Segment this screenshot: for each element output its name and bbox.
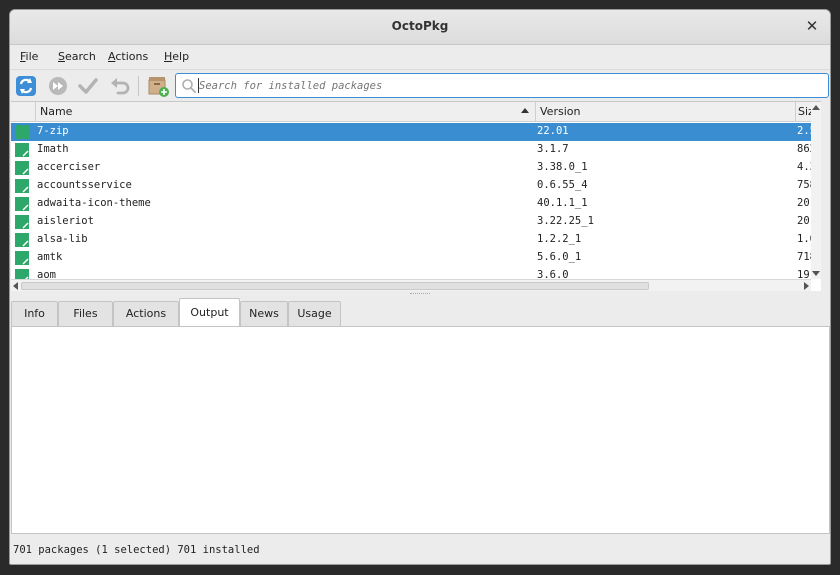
main-window: OctoPkg ✕ File Search Actions Help Searc… bbox=[9, 9, 831, 565]
tab-news[interactable]: News bbox=[240, 301, 288, 326]
search-input[interactable] bbox=[199, 77, 819, 94]
close-button[interactable]: ✕ bbox=[802, 16, 822, 36]
table-row[interactable]: Imath 3.1.7 862 bbox=[11, 141, 821, 159]
window-title: OctoPkg bbox=[391, 19, 449, 33]
tab-bar: Info Files Actions Output News Usage bbox=[11, 298, 830, 327]
table-row[interactable]: accerciser 3.38.0_1 4.3 bbox=[11, 159, 821, 177]
toolbar bbox=[10, 69, 830, 101]
status-bar: 701 packages (1 selected) 701 installed bbox=[13, 544, 260, 556]
package-size: 758 bbox=[797, 179, 811, 191]
package-name: adwaita-icon-theme bbox=[37, 197, 151, 209]
tab-files[interactable]: Files bbox=[58, 301, 113, 326]
package-installed-icon bbox=[15, 143, 29, 157]
package-table: Name Version Size 7-zip 22.01 2.58 Imath 3.1… bbox=[11, 101, 821, 291]
package-version: 3.22.25_1 bbox=[537, 215, 594, 227]
horizontal-scroll-thumb[interactable] bbox=[21, 282, 649, 290]
package-name: accountsservice bbox=[37, 179, 132, 191]
package-name: 7-zip bbox=[37, 125, 69, 137]
package-version: 22.01 bbox=[537, 125, 569, 137]
fast-forward-icon[interactable] bbox=[46, 74, 70, 98]
checkmark-icon[interactable] bbox=[76, 74, 100, 98]
scroll-right-icon[interactable] bbox=[804, 282, 809, 290]
package-version: 5.6.0_1 bbox=[537, 251, 582, 263]
package-version: 0.6.55_4 bbox=[537, 179, 588, 191]
package-installed-icon bbox=[15, 161, 29, 175]
package-size: 2.58 bbox=[797, 125, 811, 137]
title-bar[interactable]: OctoPkg ✕ bbox=[10, 10, 830, 45]
menu-file[interactable]: File bbox=[20, 50, 38, 63]
horizontal-scrollbar[interactable] bbox=[11, 279, 811, 291]
menu-search[interactable]: Search bbox=[58, 50, 96, 63]
table-row[interactable]: adwaita-icon-theme 40.1.1_1 20. bbox=[11, 195, 821, 213]
search-box[interactable] bbox=[175, 73, 829, 98]
menu-help[interactable]: Help bbox=[164, 50, 189, 63]
package-size: 862 bbox=[797, 143, 811, 155]
table-row[interactable]: 7-zip 22.01 2.58 bbox=[11, 123, 821, 141]
package-version: 1.2.2_1 bbox=[537, 233, 582, 245]
table-row[interactable]: alsa-lib 1.2.2_1 1.6 bbox=[11, 231, 821, 249]
package-name: alsa-lib bbox=[37, 233, 88, 245]
package-size: 718 bbox=[797, 251, 811, 263]
package-installed-icon bbox=[15, 233, 29, 247]
table-row[interactable]: aisleriot 3.22.25_1 20. bbox=[11, 213, 821, 231]
package-installed-icon bbox=[15, 179, 29, 193]
tab-usage[interactable]: Usage bbox=[288, 301, 341, 326]
table-row[interactable]: accountsservice 0.6.55_4 758 bbox=[11, 177, 821, 195]
toolbar-separator bbox=[138, 76, 139, 96]
scroll-up-icon[interactable] bbox=[812, 105, 820, 110]
package-name: amtk bbox=[37, 251, 63, 263]
package-installed-icon bbox=[15, 215, 29, 229]
output-panel bbox=[11, 326, 830, 534]
scroll-down-icon[interactable] bbox=[812, 271, 820, 276]
splitter-grip bbox=[410, 293, 430, 295]
menu-bar: File Search Actions Help bbox=[10, 46, 830, 68]
search-icon bbox=[182, 79, 196, 93]
sync-icon[interactable] bbox=[14, 74, 38, 98]
package-name: aisleriot bbox=[37, 215, 94, 227]
package-size: 20. bbox=[797, 197, 811, 209]
package-name: Imath bbox=[37, 143, 69, 155]
package-version: 3.1.7 bbox=[537, 143, 569, 155]
undo-icon[interactable] bbox=[108, 74, 132, 98]
table-header: Name Version Size bbox=[11, 102, 821, 122]
table-body: 7-zip 22.01 2.58 Imath 3.1.7 862 accerciser 3.3… bbox=[11, 123, 821, 281]
package-name: accerciser bbox=[37, 161, 101, 173]
column-header-status[interactable] bbox=[11, 102, 35, 122]
tab-info[interactable]: Info bbox=[11, 301, 58, 326]
package-install-icon[interactable] bbox=[146, 74, 170, 98]
tab-actions[interactable]: Actions bbox=[113, 301, 179, 326]
splitter-handle[interactable] bbox=[10, 291, 830, 297]
package-size: 1.6 bbox=[797, 233, 811, 245]
column-header-name[interactable]: Name bbox=[35, 102, 535, 122]
table-row[interactable]: amtk 5.6.0_1 718 bbox=[11, 249, 821, 267]
scroll-left-icon[interactable] bbox=[13, 282, 18, 290]
column-header-version[interactable]: Version bbox=[535, 102, 795, 122]
package-size: 20. bbox=[797, 215, 811, 227]
column-header-size[interactable]: Size bbox=[795, 102, 811, 122]
package-installed-icon bbox=[15, 125, 29, 139]
vertical-scrollbar[interactable] bbox=[811, 102, 821, 279]
package-size: 4.3 bbox=[797, 161, 811, 173]
package-version: 3.38.0_1 bbox=[537, 161, 588, 173]
sort-ascending-icon bbox=[521, 108, 529, 113]
menu-actions[interactable]: Actions bbox=[108, 50, 148, 63]
package-installed-icon bbox=[15, 197, 29, 211]
tab-output[interactable]: Output bbox=[179, 298, 240, 327]
package-version: 40.1.1_1 bbox=[537, 197, 588, 209]
package-installed-icon bbox=[15, 251, 29, 265]
